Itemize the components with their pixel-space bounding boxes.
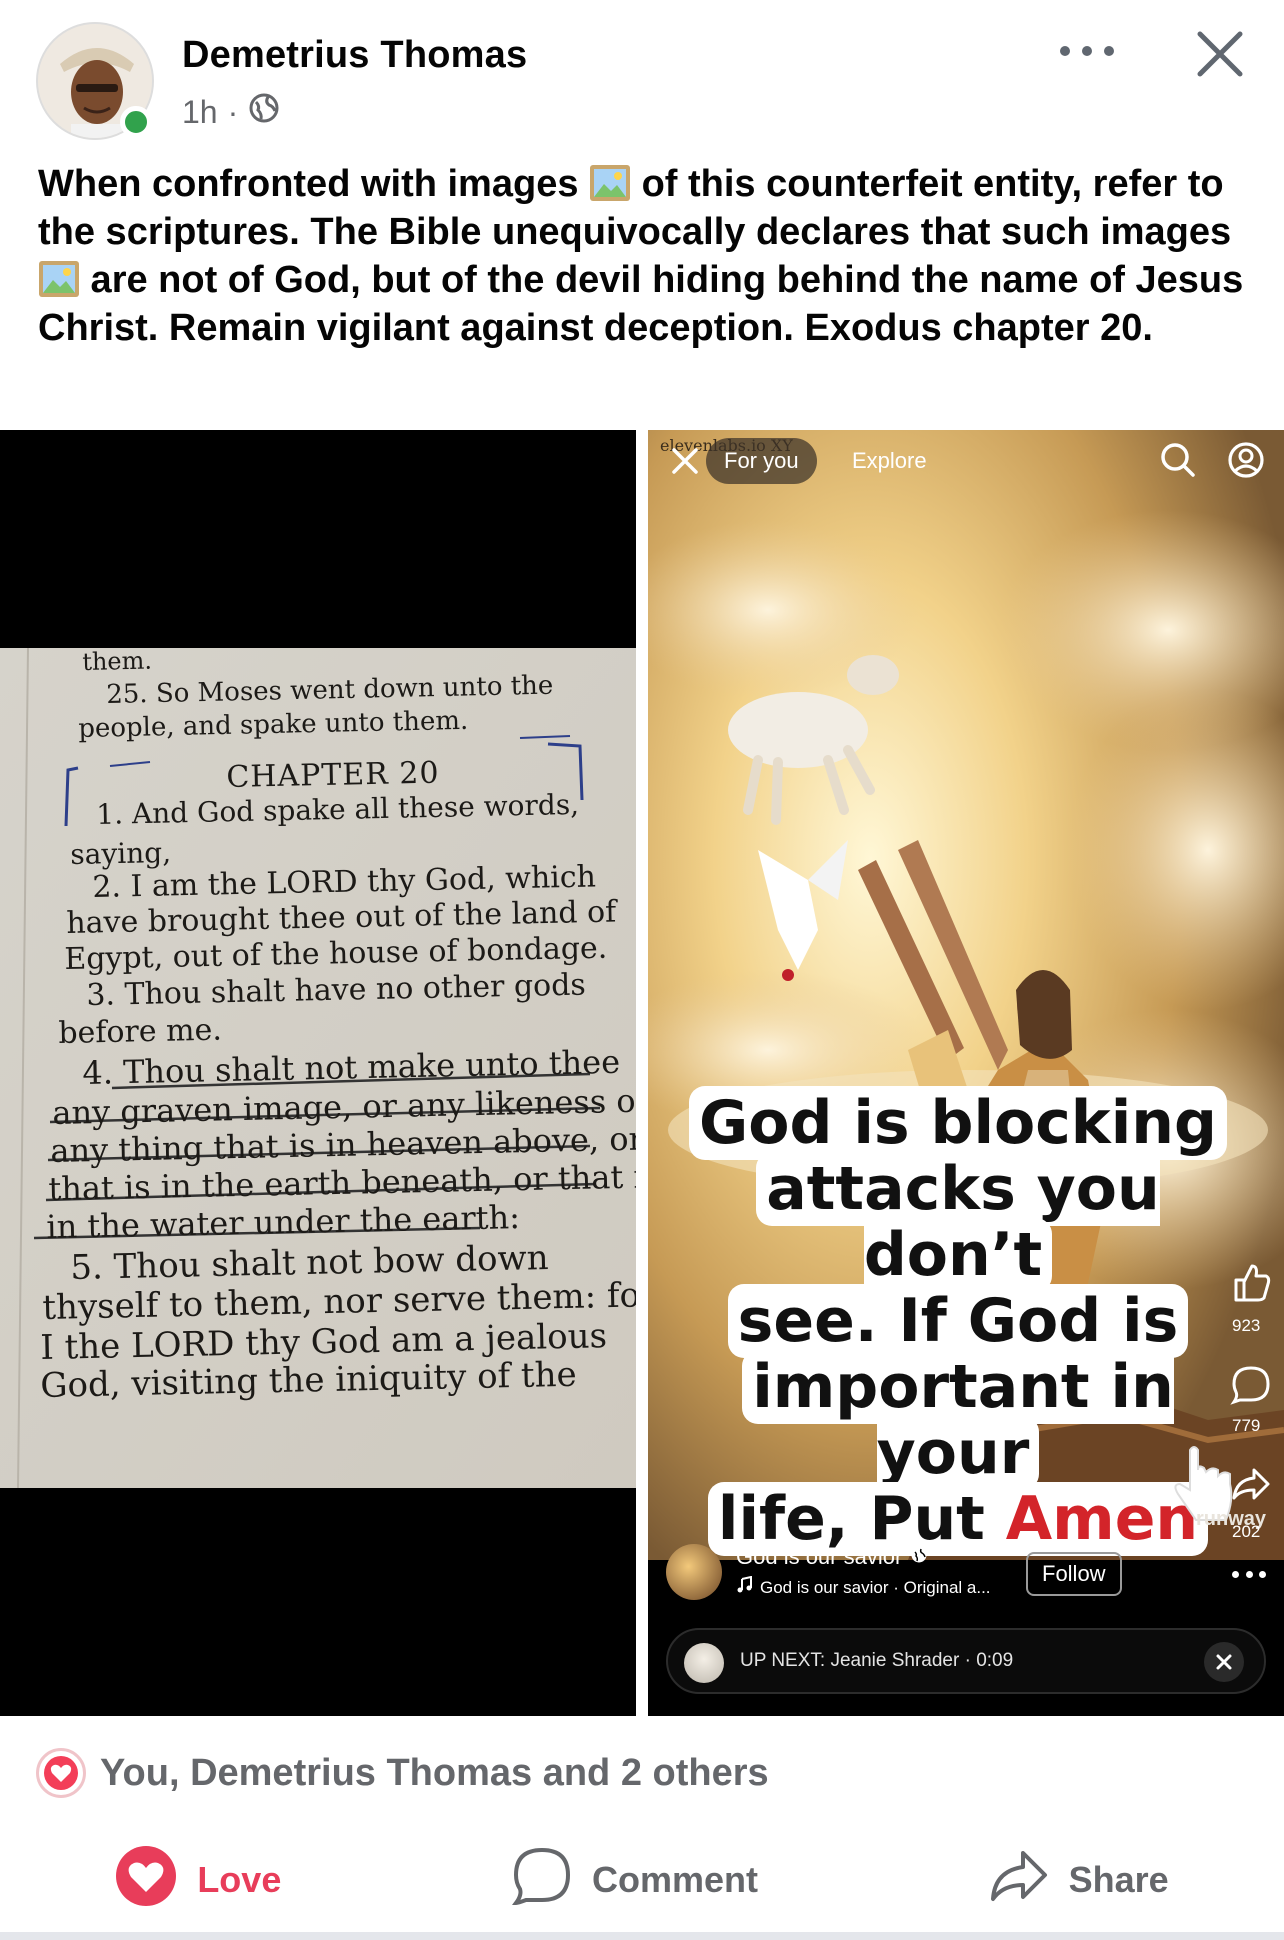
- love-button[interactable]: Love: [75, 1835, 321, 1926]
- tab-for-you-label: For you: [724, 448, 799, 473]
- picture-emoji-icon: [38, 260, 80, 298]
- share-count: 202: [1232, 1522, 1261, 1541]
- audio-row: God is our savior · Original a...: [736, 1575, 991, 1599]
- follow-label: Follow: [1042, 1561, 1106, 1586]
- up-next-bar[interactable]: UP NEXT: Jeanie Shrader · 0:09: [666, 1628, 1266, 1694]
- bible-page: them. 25. So Moses went down unto the peop…: [0, 648, 636, 1488]
- dot-icon: [1082, 46, 1092, 56]
- bible-line: before me.: [58, 1012, 223, 1051]
- post-meta: 1h ·: [182, 92, 280, 132]
- caption-line: attacks you don’t: [756, 1152, 1160, 1292]
- account-row: God is our savior: [736, 1544, 928, 1570]
- comment-icon[interactable]: [1230, 1364, 1272, 1406]
- more-options-button[interactable]: [1060, 36, 1114, 66]
- online-status-indicator: [120, 106, 152, 138]
- post-time[interactable]: 1h: [182, 94, 218, 131]
- reaction-summary[interactable]: You, Demetrius Thomas and 2 others: [36, 1748, 769, 1798]
- music-note-icon: [736, 1575, 754, 1599]
- caption-line: God is blocking: [689, 1086, 1227, 1160]
- tab-explore[interactable]: Explore: [852, 448, 927, 474]
- account-name[interactable]: God is our savior: [736, 1544, 902, 1570]
- comment-count: 779: [1232, 1416, 1261, 1435]
- video-more-icon[interactable]: [1232, 1568, 1266, 1580]
- profile-icon[interactable]: [1226, 440, 1266, 480]
- dot-icon: [1104, 46, 1114, 56]
- post-media-grid: them. 25. So Moses went down unto the peop…: [0, 430, 1284, 1716]
- reaction-summary-text: You, Demetrius Thomas and 2 others: [100, 1751, 769, 1794]
- tab-for-you[interactable]: For you: [706, 438, 817, 484]
- close-video-icon[interactable]: [670, 446, 700, 476]
- audio-text[interactable]: God is our savior · Original a...: [760, 1578, 991, 1598]
- dismiss-up-next-icon[interactable]: [1204, 1642, 1244, 1682]
- chapter-heading: CHAPTER 20: [226, 755, 440, 795]
- post-text: When confronted with images of this coun…: [38, 160, 1258, 352]
- comment-icon: [511, 1846, 572, 1915]
- dot-icon: [1060, 46, 1070, 56]
- bible-page-photo[interactable]: them. 25. So Moses went down unto the peop…: [0, 430, 636, 1716]
- picture-emoji-icon: [589, 164, 631, 202]
- follow-button[interactable]: Follow: [1026, 1552, 1122, 1596]
- comment-label: Comment: [591, 1859, 758, 1900]
- share-label: Share: [1068, 1859, 1169, 1900]
- like-icon[interactable]: [1228, 1260, 1272, 1304]
- close-icon[interactable]: [1192, 26, 1248, 82]
- post-actions: Love Comment Share: [0, 1830, 1284, 1930]
- share-button[interactable]: Share: [949, 1837, 1209, 1924]
- post-header: Demetrius Thomas 1h ·: [0, 0, 1284, 150]
- search-icon[interactable]: [1158, 440, 1198, 480]
- up-next-avatar: [684, 1643, 724, 1683]
- video-frame: elevenlabs.io XY For you Explore God is …: [648, 430, 1284, 1560]
- account-avatar[interactable]: [666, 1544, 722, 1600]
- post-text-part: are not of God, but of the devil hiding …: [38, 259, 1244, 349]
- video-caption: God is blocking attacks you don’t see. I…: [678, 1086, 1238, 1556]
- share-icon[interactable]: [1230, 1464, 1272, 1504]
- love-reaction-icon: [36, 1748, 86, 1798]
- meta-separator: ·: [227, 93, 239, 130]
- caption-line: see. If God is: [727, 1284, 1189, 1358]
- video-screenshot[interactable]: elevenlabs.io XY For you Explore God is …: [648, 430, 1284, 1716]
- love-label: Love: [197, 1859, 282, 1900]
- comment-button[interactable]: Comment: [472, 1836, 798, 1925]
- share-icon: [989, 1847, 1049, 1914]
- divider: [0, 1932, 1284, 1940]
- bible-line: saying,: [70, 835, 172, 871]
- caption-line: important in your: [742, 1350, 1174, 1490]
- like-count: 923: [1232, 1316, 1261, 1335]
- globe-icon: [248, 92, 280, 132]
- author-name[interactable]: Demetrius Thomas: [182, 34, 527, 77]
- bible-line: them.: [82, 648, 153, 676]
- globe-icon: [910, 1546, 928, 1569]
- up-next-text: UP NEXT: Jeanie Shrader · 0:09: [740, 1650, 1014, 1671]
- heart-icon: [115, 1845, 177, 1916]
- post-text-part: When confronted with images: [38, 163, 590, 205]
